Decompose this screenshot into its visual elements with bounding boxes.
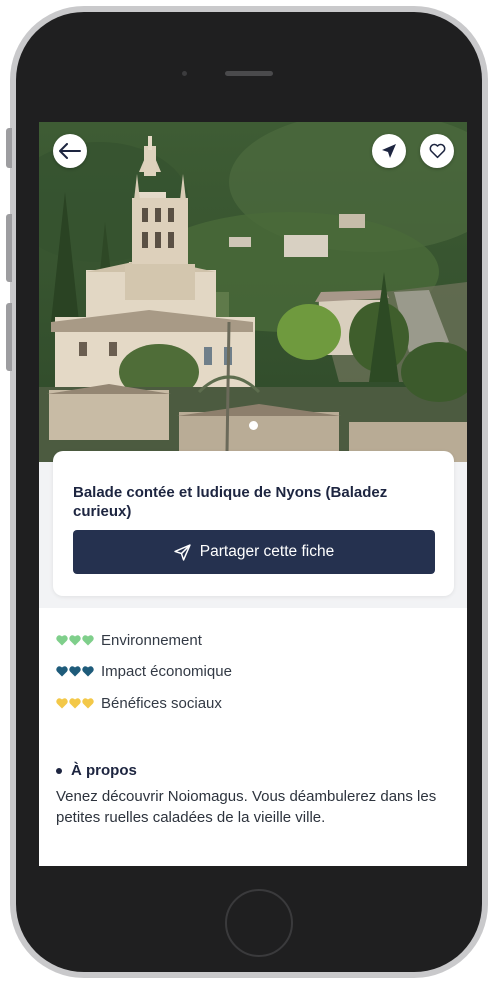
phone-mute-switch [6, 128, 12, 168]
economic-label: Impact économique [101, 662, 232, 680]
hero-image [39, 122, 467, 462]
arrow-left-icon [59, 143, 81, 159]
phone-home-button [225, 889, 293, 957]
heart-icon [56, 697, 68, 708]
carousel-indicator[interactable] [249, 421, 258, 430]
back-button[interactable] [53, 134, 87, 168]
social-label: Bénéfices sociaux [101, 694, 222, 712]
economic-hearts [56, 665, 95, 677]
send-icon [174, 543, 191, 561]
nyons-photo [39, 122, 467, 462]
favorite-button[interactable] [420, 134, 454, 168]
heart-icon [69, 665, 81, 676]
social-hearts [56, 697, 95, 709]
about-section-title: À propos [56, 762, 137, 779]
impact-environment: Environnement [56, 630, 202, 650]
environment-label: Environnement [101, 631, 202, 649]
heart-icon [69, 697, 81, 708]
heart-outline-icon [429, 143, 445, 159]
impact-social: Bénéfices sociaux [56, 693, 222, 713]
impact-economic: Impact économique [56, 661, 232, 681]
app-screen: Balade contée et ludique de Nyons (Balad… [39, 122, 467, 866]
listing-card: Balade contée et ludique de Nyons (Balad… [53, 451, 454, 596]
share-listing-label: Partager cette fiche [199, 543, 335, 560]
bullet-icon [56, 767, 62, 774]
environment-hearts [56, 634, 95, 646]
heart-icon [82, 697, 94, 708]
share-icon-button[interactable] [372, 134, 406, 168]
phone-volume-up [6, 214, 12, 282]
listing-title: Balade contée et ludique de Nyons (Balad… [73, 484, 388, 520]
heart-icon [69, 634, 81, 645]
share-listing-button[interactable]: Partager cette fiche [73, 530, 435, 574]
heart-icon [82, 665, 94, 676]
phone-volume-down [6, 303, 12, 371]
phone-speaker [225, 71, 273, 76]
heart-icon [56, 634, 68, 645]
heart-icon [56, 665, 68, 676]
about-description: Venez découvrir Noiomagus. Vous déambule… [56, 788, 437, 826]
heart-icon [82, 634, 94, 645]
send-icon [382, 144, 396, 158]
phone-camera [182, 71, 187, 76]
about-title: À propos [71, 762, 137, 779]
